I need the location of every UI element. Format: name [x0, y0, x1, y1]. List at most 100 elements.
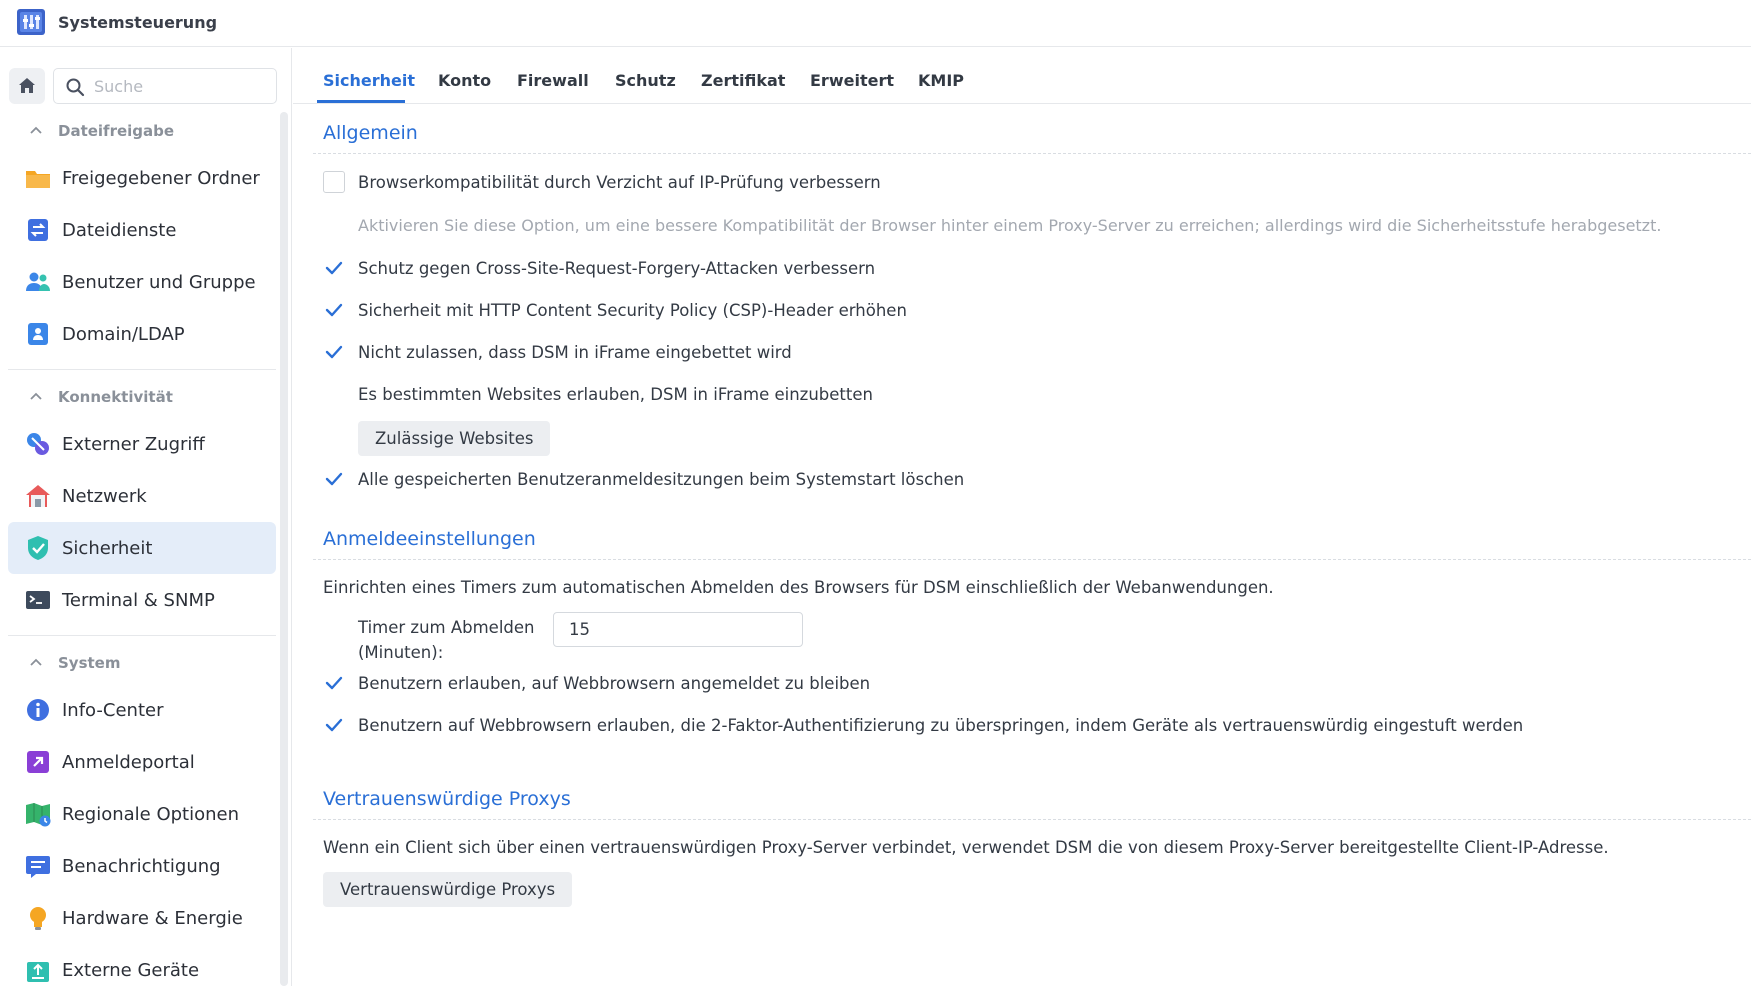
option-label: Sicherheit mit HTTP Content Security Pol… — [358, 300, 907, 320]
option-clear-sessions[interactable]: Alle gespeicherten Benutzeranmeldesitzun… — [323, 468, 964, 490]
chevron-up-icon — [30, 392, 42, 400]
sidebar-item-anmeldeportal[interactable]: Anmeldeportal — [8, 736, 276, 788]
control-panel-icon — [17, 9, 45, 35]
sidebar-item-label: Externe Geräte — [62, 959, 200, 981]
sidebar-item-domain-ldap[interactable]: Domain/LDAP — [8, 308, 276, 360]
checkbox-checked[interactable] — [323, 672, 345, 694]
checkbox-checked[interactable] — [323, 299, 345, 321]
home-icon — [19, 78, 35, 93]
sidebar-item-externer-zugriff[interactable]: Externer Zugriff — [8, 418, 276, 470]
sidebar-item-label: Hardware & Energie — [62, 907, 243, 929]
sidebar-item-sicherheit[interactable]: Sicherheit — [8, 522, 276, 574]
group-header-konnektivitaet[interactable]: Konnektivität — [0, 376, 280, 418]
terminal-icon — [26, 591, 50, 609]
search-box[interactable] — [53, 68, 277, 104]
sidebar-item-label: Terminal & SNMP — [62, 589, 215, 611]
sidebar-item-benachrichtigung[interactable]: Benachrichtigung — [8, 840, 276, 892]
group-header-system[interactable]: System — [0, 642, 280, 684]
checkmark-icon — [325, 676, 343, 690]
logout-timer-input[interactable] — [553, 612, 803, 647]
domain-icon — [28, 323, 48, 345]
sidebar-item-label: Regionale Optionen — [62, 803, 240, 825]
tab-erweitert[interactable]: Erweitert — [810, 71, 894, 90]
sidebar-item-netzwerk[interactable]: Netzwerk — [8, 470, 276, 522]
sidebar-item-info-center[interactable]: Info-Center — [8, 684, 276, 736]
checkbox-unchecked[interactable] — [323, 171, 345, 193]
checkbox-checked[interactable] — [323, 257, 345, 279]
sidebar-item-label: Benachrichtigung — [62, 855, 221, 877]
external-device-icon — [27, 962, 49, 982]
shield-icon — [28, 536, 48, 560]
sidebar-item-externe-geraete[interactable]: Externe Geräte — [8, 944, 276, 986]
sidebar-item-label: Benutzer und Gruppe — [62, 271, 256, 293]
tab-sicherheit[interactable]: Sicherheit — [323, 71, 415, 90]
allowed-websites-button[interactable]: Zulässige Websites — [358, 421, 551, 456]
section-title-allgemein: Allgemein — [323, 122, 418, 144]
option-hint: Aktivieren Sie diese Option, um eine bes… — [358, 216, 1662, 235]
section-divider — [313, 819, 1751, 820]
tab-firewall[interactable]: Firewall — [517, 71, 589, 90]
sidebar-item-label: Netzwerk — [62, 485, 147, 507]
tab-bar: Sicherheit Konto Firewall Schutz Zertifi… — [293, 48, 1751, 104]
section-divider — [313, 153, 1751, 154]
title-bar: Systemsteuerung — [0, 0, 1751, 47]
home-button[interactable] — [9, 68, 45, 104]
timer-label: Timer zum Abmelden (Minuten): — [358, 615, 535, 665]
group-label: System — [58, 654, 121, 672]
checkbox-checked[interactable] — [323, 341, 345, 363]
option-skip-2fa[interactable]: Benutzern auf Webbrowsern erlauben, die … — [323, 714, 1523, 736]
sidebar-item-benutzer-und-gruppe[interactable]: Benutzer und Gruppe — [8, 256, 276, 308]
section-title-proxys: Vertrauenswürdige Proxys — [323, 788, 571, 810]
checkmark-icon — [325, 718, 343, 732]
proxies-description: Wenn ein Client sich über einen vertraue… — [323, 838, 1609, 857]
sidebar: Dateifreigabe Freigegebener Ordner Datei… — [0, 48, 292, 986]
main-content: Sicherheit Konto Firewall Schutz Zertifi… — [293, 48, 1751, 986]
trusted-proxies-button[interactable]: Vertrauenswürdige Proxys — [323, 872, 573, 907]
sidebar-item-terminal-snmp[interactable]: Terminal & SNMP — [8, 574, 276, 626]
chevron-up-icon — [30, 658, 42, 666]
tab-konto[interactable]: Konto — [438, 71, 491, 90]
login-description: Einrichten eines Timers zum automatische… — [323, 578, 1274, 597]
sidebar-item-regionale-optionen[interactable]: Regionale Optionen — [8, 788, 276, 840]
timer-label-line2: (Minuten): — [358, 643, 444, 662]
sidebar-item-label: Info-Center — [62, 699, 164, 721]
divider — [8, 369, 276, 370]
option-csp[interactable]: Sicherheit mit HTTP Content Security Pol… — [323, 299, 907, 321]
option-label: Nicht zulassen, dass DSM in iFrame einge… — [358, 342, 792, 362]
tab-zertifikat[interactable]: Zertifikat — [701, 71, 785, 90]
users-icon — [26, 272, 50, 291]
checkbox-checked[interactable] — [323, 468, 345, 490]
sidebar-item-label: Domain/LDAP — [62, 323, 185, 345]
option-browser-compat[interactable]: Browserkompatibilität durch Verzicht auf… — [323, 171, 881, 193]
timer-label-line1: Timer zum Abmelden — [358, 618, 535, 637]
tab-kmip[interactable]: KMIP — [918, 71, 964, 90]
search-input[interactable] — [94, 71, 269, 101]
option-stay-logged-in[interactable]: Benutzern erlauben, auf Webbrowsern ange… — [323, 672, 870, 694]
option-label: Benutzern erlauben, auf Webbrowsern ange… — [358, 673, 871, 693]
sidebar-scrollbar[interactable] — [280, 112, 288, 986]
group-label: Konnektivität — [58, 388, 173, 406]
checkmark-icon — [325, 261, 343, 275]
folder-icon — [26, 171, 50, 188]
iframe-allow-text: Es bestimmten Websites erlauben, DSM in … — [358, 385, 873, 404]
info-icon — [27, 699, 49, 721]
file-services-icon — [28, 219, 48, 241]
tab-schutz[interactable]: Schutz — [615, 71, 676, 90]
sidebar-item-dateidienste[interactable]: Dateidienste — [8, 204, 276, 256]
window-title: Systemsteuerung — [58, 13, 218, 32]
option-label: Alle gespeicherten Benutzeranmeldesitzun… — [358, 469, 965, 489]
sidebar-item-label: Sicherheit — [62, 537, 153, 559]
checkbox-checked[interactable] — [323, 714, 345, 736]
checkmark-icon — [325, 303, 343, 317]
option-iframe[interactable]: Nicht zulassen, dass DSM in iFrame einge… — [323, 341, 792, 363]
option-label: Benutzern auf Webbrowsern erlauben, die … — [358, 715, 1524, 735]
option-csrf[interactable]: Schutz gegen Cross-Site-Request-Forgery-… — [323, 257, 875, 279]
section-title-anmeldeeinstellungen: Anmeldeeinstellungen — [323, 528, 536, 550]
sidebar-item-freigegebener-ordner[interactable]: Freigegebener Ordner — [8, 152, 276, 204]
notification-icon — [26, 856, 50, 878]
login-portal-icon — [27, 751, 49, 773]
divider — [8, 635, 276, 636]
regional-map-icon — [26, 803, 51, 827]
sidebar-item-hardware-energie[interactable]: Hardware & Energie — [8, 892, 276, 944]
group-header-dateifreigabe[interactable]: Dateifreigabe — [0, 110, 280, 152]
